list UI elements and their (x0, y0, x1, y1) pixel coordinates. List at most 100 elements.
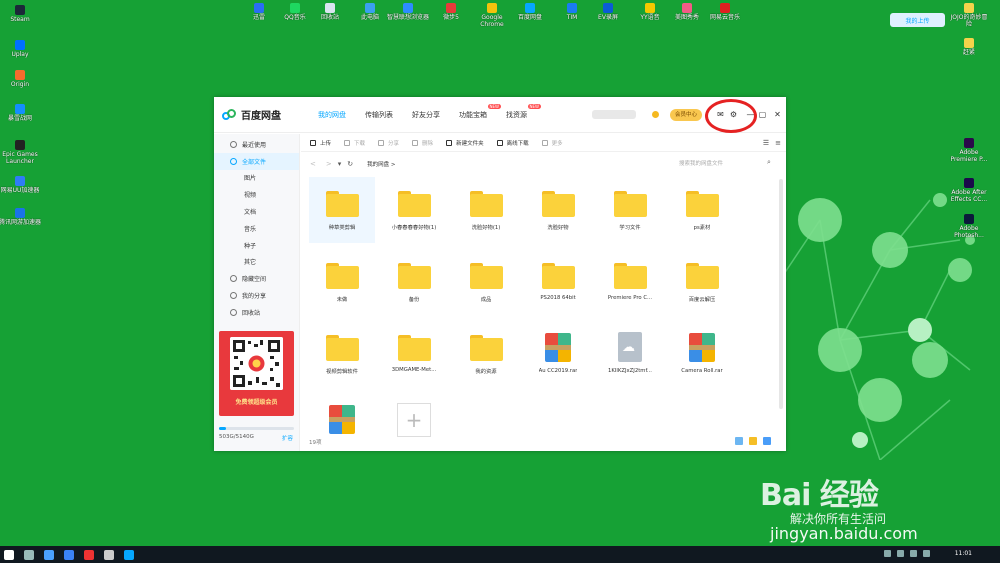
toolbar-button[interactable]: 分享 (378, 139, 399, 147)
nav-tab[interactable]: 传输列表 (365, 110, 393, 120)
file-item[interactable]: 未做 (309, 249, 375, 315)
grid-view-icon[interactable] (735, 437, 743, 445)
toolbar-button[interactable]: 更多 (541, 139, 563, 147)
lock-icon[interactable] (763, 437, 771, 445)
desktop-icon[interactable]: 网易云音乐 (704, 3, 746, 21)
vip-center-button[interactable]: 会员中心 (670, 109, 703, 121)
desktop-icon[interactable]: Steam (0, 5, 41, 23)
nav-tab[interactable]: 找资源 NEW (506, 103, 541, 120)
search-input[interactable]: 搜索我的网盘文件 (679, 159, 723, 167)
desktop-icon[interactable]: Google Chrome (471, 3, 513, 28)
desktop-icon[interactable]: 此电脑 (349, 3, 391, 21)
desktop-icon[interactable]: Adobe Photosh... (948, 214, 990, 239)
nav-tab[interactable]: 好友分享 (412, 110, 440, 120)
file-item[interactable] (309, 393, 375, 459)
desktop-icon[interactable]: 百度网盘 (509, 3, 551, 21)
sidebar-item[interactable]: 视频 (214, 186, 299, 203)
desktop-icon[interactable]: Adobe After Effects CC... (948, 178, 990, 203)
desktop-icon[interactable]: Epic Games Launcher (0, 140, 41, 165)
forward-arrow-icon[interactable]: > (326, 160, 332, 168)
desktop-icon[interactable]: 暴雪战网 (0, 104, 41, 122)
file-item[interactable]: 种草类剪辑 (309, 177, 375, 243)
file-item[interactable]: 我的资源 (453, 321, 519, 387)
desktop-icon[interactable]: Adobe Premiere P... (948, 138, 990, 163)
file-item[interactable]: 学习文件 (597, 177, 663, 243)
desktop-icon[interactable]: EV录屏 (587, 3, 629, 21)
clock[interactable]: 11:01 (955, 550, 972, 557)
file-item[interactable]: 3DMGAME-Met... (381, 321, 447, 387)
file-item[interactable]: Camera Roll.rar (669, 321, 735, 387)
baidu-netdisk-taskbar-icon[interactable] (124, 549, 134, 560)
settings-taskbar-icon[interactable] (104, 549, 114, 560)
file-item[interactable]: Au CC2019.rar (525, 321, 591, 387)
toolbar-button[interactable]: 删除 (412, 139, 433, 147)
refresh-icon[interactable]: ↻ (347, 160, 353, 168)
desktop-icon[interactable]: 赶紧 (948, 38, 990, 56)
task-view-icon[interactable] (24, 549, 34, 560)
app-logo: 百度网盘 (222, 107, 310, 122)
file-item[interactable]: 洗脸好物(1) (453, 177, 519, 243)
file-item[interactable]: 成品 (453, 249, 519, 315)
desktop-icon[interactable]: Origin (0, 70, 41, 88)
file-item[interactable]: 备份 (381, 249, 447, 315)
sidebar: 最近使用 全部文件 图片 视频 文档 音乐 种子 其它 隐藏空间 我的分享 回收站 (214, 134, 300, 451)
desktop-icon[interactable]: 回收站 (309, 3, 351, 21)
list-view-icon[interactable]: ≡ (775, 139, 781, 147)
sidebar-item[interactable]: 种子 (214, 237, 299, 254)
sidebar-item[interactable]: 图片 (214, 170, 299, 187)
history-dropdown-icon[interactable]: ▾ (338, 160, 342, 168)
file-item[interactable]: 小春春春春好物(1) (381, 177, 447, 243)
tray-app-icon[interactable] (923, 550, 930, 557)
sidebar-item[interactable]: 音乐 (214, 220, 299, 237)
sidebar-item[interactable]: 其它 (214, 254, 299, 271)
toolbar-button[interactable]: 上传 (310, 139, 331, 147)
nav-tab[interactable]: 我的网盘 (318, 110, 346, 120)
sidebar-item[interactable]: 最近使用 (214, 136, 299, 153)
file-item[interactable]: 洗脸好物 (525, 177, 591, 243)
back-arrow-icon[interactable]: < (310, 160, 316, 168)
promo-banner[interactable]: 免费领超级会员 (219, 331, 294, 416)
sidebar-item[interactable]: 隐藏空间 (214, 270, 299, 287)
desktop-icon[interactable]: JOJO的奇妙冒险 (948, 3, 990, 28)
file-item[interactable]: 视频剪辑软件 (309, 321, 375, 387)
sidebar-item[interactable]: 全部文件 (214, 152, 299, 170)
file-item[interactable]: 1KIlKZJxZJ2tmf... (597, 321, 663, 387)
file-item[interactable]: + (381, 393, 447, 459)
file-manager-taskbar-icon[interactable] (64, 549, 74, 560)
maximize-button[interactable]: ▢ (756, 108, 769, 121)
desktop-icon[interactable]: Uplay (0, 40, 41, 58)
search-icon[interactable]: ⌕ (767, 158, 771, 167)
file-item[interactable]: Premiere Pro C... (597, 249, 663, 315)
file-item[interactable]: 百度云解压 (669, 249, 735, 315)
desktop-icon[interactable]: 网易UU加速器 (0, 176, 41, 194)
breadcrumb-root[interactable]: 我的网盘 (367, 162, 389, 168)
tray-network-icon[interactable] (884, 550, 891, 557)
upload-sync-button[interactable]: 我的上传 (890, 13, 945, 27)
expand-storage-link[interactable]: 扩容 (282, 434, 293, 442)
close-button[interactable]: ✕ (771, 108, 784, 121)
sort-icon[interactable]: ☰ (763, 139, 769, 147)
user-name-blurred[interactable] (592, 110, 636, 119)
folder-tree-icon[interactable] (749, 437, 757, 445)
scrollbar[interactable] (779, 179, 783, 409)
tray-volume-icon[interactable] (897, 550, 904, 557)
desktop-icon[interactable]: 腾讯网游加速器 (0, 208, 41, 226)
breadcrumb[interactable]: 我的网盘 > (367, 160, 395, 168)
sidebar-item[interactable]: 文档 (214, 203, 299, 220)
toolbar-button[interactable]: 新建文件夹 (446, 139, 484, 147)
sidebar-item[interactable]: 我的分享 (214, 287, 299, 304)
start-windows-icon[interactable] (4, 549, 14, 560)
netease-taskbar-icon[interactable] (84, 549, 94, 560)
desktop-icon[interactable]: YY语音 (629, 3, 671, 21)
toolbar-button[interactable]: 下载 (344, 139, 365, 147)
desktop-icon[interactable]: 智慧联想浏览器 (387, 3, 429, 21)
desktop-icon[interactable]: 美图秀秀 (666, 3, 708, 21)
file-item[interactable]: PS2018 64bit (525, 249, 591, 315)
desktop-icon[interactable]: 微步5 (430, 3, 472, 21)
tray-ime-icon[interactable] (910, 550, 917, 557)
toolbar-button[interactable]: 离线下载 (496, 139, 529, 147)
nav-tab[interactable]: 功能宝箱 NEW (459, 103, 501, 120)
sidebar-item[interactable]: 回收站 (214, 304, 299, 321)
browser-taskbar-icon[interactable] (44, 549, 54, 560)
file-item[interactable]: ps素材 (669, 177, 735, 243)
